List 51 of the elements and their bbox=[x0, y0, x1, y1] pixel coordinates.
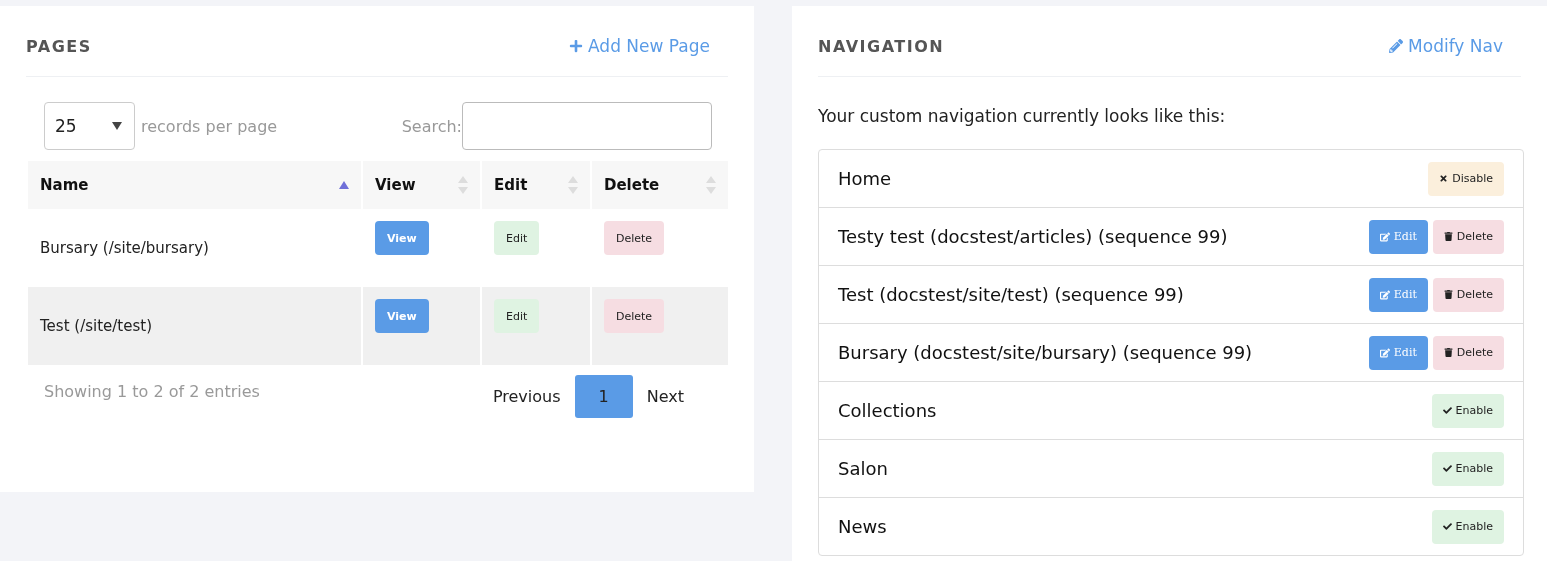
nav-item-label: Salon bbox=[838, 458, 888, 479]
column-header[interactable]: Name bbox=[40, 176, 89, 194]
entries-info: Showing 1 to 2 of 2 entries bbox=[44, 382, 260, 401]
plus-icon bbox=[569, 39, 584, 53]
pencil-icon bbox=[1389, 39, 1404, 53]
nav-item-label: Testy test (docstest/articles) (sequence 99) bbox=[838, 226, 1228, 247]
delete-button[interactable]: Delete bbox=[604, 221, 665, 255]
enable-button[interactable]: Enable bbox=[1431, 451, 1504, 486]
sort-icon[interactable] bbox=[706, 176, 716, 194]
check-icon bbox=[1442, 464, 1452, 473]
column-header[interactable]: Delete bbox=[604, 176, 660, 194]
check-icon bbox=[1442, 406, 1452, 415]
trash-icon bbox=[1443, 348, 1453, 357]
sort-ascending-icon[interactable] bbox=[339, 181, 349, 189]
search-label: Search: bbox=[401, 116, 462, 136]
nav-item-label: Test (docstest/site/test) (sequence 99) bbox=[838, 284, 1184, 305]
edit-button[interactable]: Edit bbox=[494, 221, 540, 255]
enable-button[interactable]: Enable bbox=[1431, 393, 1504, 428]
page-nav-button[interactable]: Previous bbox=[478, 375, 575, 418]
sort-icon[interactable] bbox=[568, 176, 578, 194]
search-field[interactable] bbox=[462, 102, 712, 150]
edit-button[interactable]: Edit bbox=[494, 299, 540, 333]
delete-button[interactable]: Delete bbox=[1432, 277, 1504, 312]
nav-item-label: Home bbox=[838, 168, 892, 189]
section-title: PAGES bbox=[26, 36, 92, 56]
edit-icon bbox=[1379, 231, 1390, 242]
column-header[interactable]: Edit bbox=[494, 176, 528, 194]
edit-icon bbox=[1379, 289, 1390, 300]
intro-text: Your custom navigation currently looks like this: bbox=[818, 106, 1227, 126]
length-label: records per page bbox=[141, 116, 278, 136]
current-page-button[interactable]: 1 bbox=[574, 375, 633, 418]
delete-button[interactable]: Delete bbox=[1432, 219, 1504, 254]
page-length-select[interactable]: 25 bbox=[44, 102, 135, 150]
trash-icon bbox=[1443, 232, 1453, 241]
section-title: NAVIGATION bbox=[818, 36, 945, 56]
nav-item-label: Bursary (docstest/site/bursary) (sequence 99) bbox=[838, 342, 1253, 363]
disable-button[interactable]: Disable bbox=[1428, 161, 1504, 196]
edit-icon bbox=[1379, 347, 1390, 358]
enable-button[interactable]: Enable bbox=[1431, 509, 1504, 544]
check-icon bbox=[1442, 522, 1452, 531]
nav-item-label: Collections bbox=[838, 400, 937, 421]
delete-button[interactable]: Delete bbox=[1432, 335, 1504, 370]
dropdown-caret-icon bbox=[112, 122, 122, 130]
close-icon bbox=[1439, 174, 1449, 183]
table-cell: Test (/site/test) bbox=[28, 287, 361, 365]
sort-icon[interactable] bbox=[458, 176, 468, 194]
delete-button[interactable]: Delete bbox=[604, 299, 665, 333]
nav-item-label: News bbox=[838, 516, 887, 537]
column-header[interactable]: View bbox=[375, 176, 416, 194]
page-nav-button[interactable]: Next bbox=[632, 375, 698, 418]
trash-icon bbox=[1443, 290, 1453, 299]
